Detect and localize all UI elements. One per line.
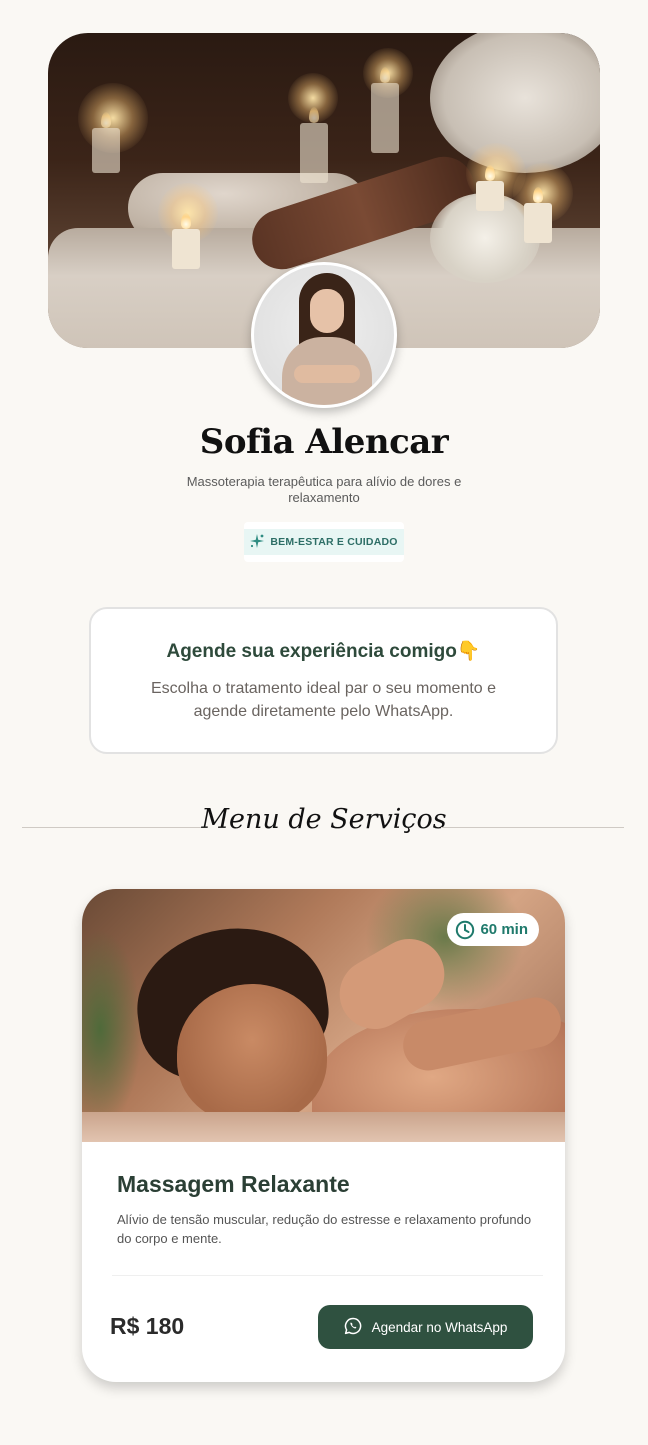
service-description: Alívio de tensão muscular, redução do es… [117,1212,532,1246]
pointing-down-icon: 👇 [456,641,481,662]
booking-title: Agende sua experiência comigo👇 [166,641,481,662]
badge-label: BEM-ESTAR E CUIDADO [270,536,398,548]
sparkle-icon [250,534,265,550]
service-price: R$ 180 [110,1313,185,1339]
divider-right [441,827,624,828]
booking-description: Escolha o tratamento ideal par o seu mom… [150,680,497,720]
whatsapp-booking-button[interactable]: Agendar no WhatsApp [318,1305,533,1349]
whatsapp-button-label: Agendar no WhatsApp [371,1319,508,1335]
booking-info-card: Agende sua experiência comigo👇 Escolha o… [89,607,558,754]
duration-value: 60 min [480,921,528,938]
profile-name: Sofia Alencar [199,422,449,462]
service-card: 60 min Massagem Relaxante Alívio de tens… [82,889,565,1382]
service-photo: 60 min [82,889,565,1142]
profile-subtitle: Massoterapia terapêutica para alívio de … [186,474,462,505]
section-title: Menu de Serviços [201,804,447,835]
category-badge: BEM-ESTAR E CUIDADO [244,522,404,562]
service-title: Massagem Relaxante [117,1171,350,1197]
services-section-header: Menu de Serviços [0,804,648,844]
duration-badge: 60 min [447,913,539,946]
clock-icon [455,920,475,940]
card-divider [112,1275,543,1276]
whatsapp-icon [344,1317,362,1338]
avatar [251,262,397,408]
